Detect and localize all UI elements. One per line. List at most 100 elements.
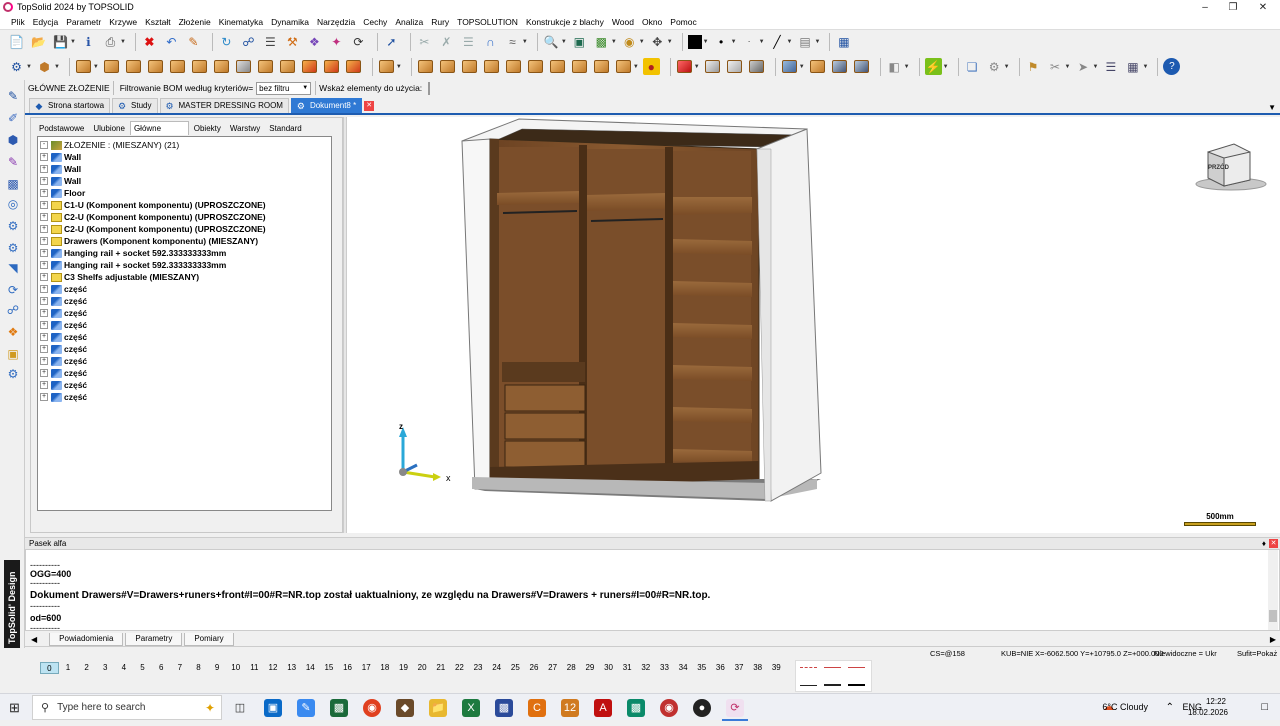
expand-icon[interactable]: + xyxy=(40,237,48,245)
layer-button[interactable]: 16 xyxy=(338,662,357,674)
panel-shape-8-icon[interactable] xyxy=(257,58,274,75)
chevron-left-icon[interactable]: ◀ xyxy=(31,635,37,644)
layer-button[interactable]: 17 xyxy=(357,662,376,674)
expand-icon[interactable]: + xyxy=(40,213,48,221)
expand-icon[interactable]: + xyxy=(40,273,48,281)
expand-icon[interactable]: + xyxy=(40,261,48,269)
curve-icon[interactable]: ✐ xyxy=(5,110,21,126)
restore-button[interactable]: ❐ xyxy=(1216,0,1250,14)
line-style-thick[interactable] xyxy=(848,684,865,686)
tree-item[interactable]: + C2-U (Komponent komponentu) (UPROSZCZON… xyxy=(40,223,266,235)
bottle-icon[interactable]: ▩ xyxy=(5,176,21,192)
delete-icon[interactable]: ✖ xyxy=(141,34,158,51)
expand-icon[interactable]: + xyxy=(40,357,48,365)
expand-icon[interactable]: + xyxy=(40,333,48,341)
solid-icon[interactable]: ⬢ xyxy=(5,132,21,148)
stack-icon[interactable]: ☰ xyxy=(1102,58,1119,75)
sketch-icon[interactable]: ✎ xyxy=(5,88,21,104)
draft-icon[interactable]: ✎ xyxy=(5,154,21,170)
tree-item[interactable]: + część xyxy=(40,355,87,367)
cross-icon[interactable]: ✗ xyxy=(438,34,455,51)
tree-item[interactable]: + Wall xyxy=(40,163,81,175)
puzzle-icon[interactable]: ❖ xyxy=(306,34,323,51)
tabs-dropdown-icon[interactable]: ▼ xyxy=(1268,103,1276,112)
layer-button[interactable]: 32 xyxy=(637,662,656,674)
panel-shape-4-icon[interactable] xyxy=(169,58,186,75)
layer-button[interactable]: 15 xyxy=(320,662,339,674)
menu-item[interactable]: Złożenie xyxy=(178,17,212,27)
panel-tab[interactable]: Ulubione xyxy=(89,121,129,135)
properties-icon[interactable]: ▦ xyxy=(835,34,852,51)
panel-shape-1-icon[interactable] xyxy=(103,58,120,75)
usage-input[interactable] xyxy=(428,81,431,95)
layer-button[interactable]: 9 xyxy=(208,662,227,674)
taskbar-search[interactable]: ⚲ Type here to search ✦ xyxy=(32,695,222,720)
trim-icon[interactable]: ✂ xyxy=(416,34,433,51)
palette-icon[interactable]: ❖ xyxy=(5,324,21,340)
tree-item[interactable]: + C1-U (Komponent komponentu) (UPROSZCZON… xyxy=(40,199,266,211)
layer-button[interactable]: 34 xyxy=(674,662,693,674)
layer-button[interactable]: 6 xyxy=(152,662,171,674)
tree-item[interactable]: + Wall xyxy=(40,151,81,163)
info-icon[interactable]: ℹ xyxy=(80,34,97,51)
layer-button[interactable]: 7 xyxy=(170,662,189,674)
close-panel-icon[interactable]: ✕ xyxy=(1269,539,1278,548)
menu-item[interactable]: Plik xyxy=(10,17,26,27)
refresh-icon[interactable]: ↻ xyxy=(218,34,235,51)
measure-icon[interactable]: ≈ xyxy=(504,34,521,51)
edge-3-icon[interactable] xyxy=(461,58,478,75)
tag-icon[interactable]: ⚑ xyxy=(1025,58,1042,75)
notification-icon[interactable]: □ xyxy=(1261,694,1268,721)
rotate-icon[interactable]: ⟳ xyxy=(350,34,367,51)
layer-button[interactable]: 27 xyxy=(543,662,562,674)
clock-date[interactable]: 18.02.2026 xyxy=(1188,699,1228,726)
panel-shape-12-icon[interactable] xyxy=(345,58,362,75)
tree-item[interactable]: + Hanging rail + socket 592.333333333mm xyxy=(40,247,226,259)
expand-icon[interactable]: + xyxy=(40,321,48,329)
undo-icon[interactable]: ↶ xyxy=(163,34,180,51)
edge-7-icon[interactable] xyxy=(549,58,566,75)
menu-item[interactable]: Kształt xyxy=(144,17,172,27)
edge-1-icon[interactable] xyxy=(417,58,434,75)
collapse-icon[interactable]: - xyxy=(40,141,48,149)
app5-icon[interactable]: ▩ xyxy=(627,699,645,717)
file-explorer-icon[interactable]: 📁 xyxy=(429,699,447,717)
expand-icon[interactable]: + xyxy=(40,153,48,161)
layer-button[interactable]: 38 xyxy=(748,662,767,674)
panel-shape-7-icon[interactable] xyxy=(235,58,252,75)
assembly-1-icon[interactable] xyxy=(781,58,798,75)
tree-item[interactable]: + część xyxy=(40,391,87,403)
log-scrollbar[interactable] xyxy=(1268,550,1278,630)
frame-icon[interactable]: ◧ xyxy=(886,58,903,75)
tree-item[interactable]: + część xyxy=(40,319,87,331)
layer-button[interactable]: 39 xyxy=(767,662,786,674)
weather-text[interactable]: 6°C Cloudy xyxy=(1102,694,1148,721)
zoom-fit-icon[interactable]: ▣ xyxy=(571,34,588,51)
tree-item[interactable]: + C2-U (Komponent komponentu) (UPROSZCZON… xyxy=(40,211,266,223)
parameters-icon[interactable]: ☰ xyxy=(262,34,279,51)
expand-icon[interactable]: + xyxy=(40,309,48,317)
expand-icon[interactable]: + xyxy=(40,189,48,197)
layer-button[interactable]: 0 xyxy=(40,662,59,674)
panel-shape-9-icon[interactable] xyxy=(279,58,296,75)
menu-item[interactable]: Parametr xyxy=(65,17,102,27)
layer-button[interactable]: 2 xyxy=(77,662,96,674)
layer-button[interactable]: 24 xyxy=(487,662,506,674)
edge-10-icon[interactable] xyxy=(615,58,632,75)
tab-parameters[interactable]: Parametry xyxy=(125,633,183,646)
layer-button[interactable]: 10 xyxy=(226,662,245,674)
select-icon[interactable]: ➚ xyxy=(383,34,400,51)
menu-item[interactable]: Rury xyxy=(430,17,450,27)
tool-app-icon[interactable]: ◆ xyxy=(396,699,414,717)
help-icon[interactable]: ? xyxy=(1163,58,1181,75)
tree-item[interactable]: + część xyxy=(40,283,87,295)
hatch-icon[interactable]: ▤ xyxy=(796,34,813,51)
tree-item[interactable]: + część xyxy=(40,295,87,307)
acrobat-icon[interactable]: A xyxy=(594,699,612,717)
app3-icon[interactable]: C xyxy=(528,699,546,717)
expand-icon[interactable]: + xyxy=(40,249,48,257)
excel-icon[interactable]: X xyxy=(462,699,480,717)
assembly-3-icon[interactable] xyxy=(831,58,848,75)
tab-notifications[interactable]: Powiadomienia xyxy=(49,633,124,646)
menu-item[interactable]: Narzędzia xyxy=(316,17,356,27)
